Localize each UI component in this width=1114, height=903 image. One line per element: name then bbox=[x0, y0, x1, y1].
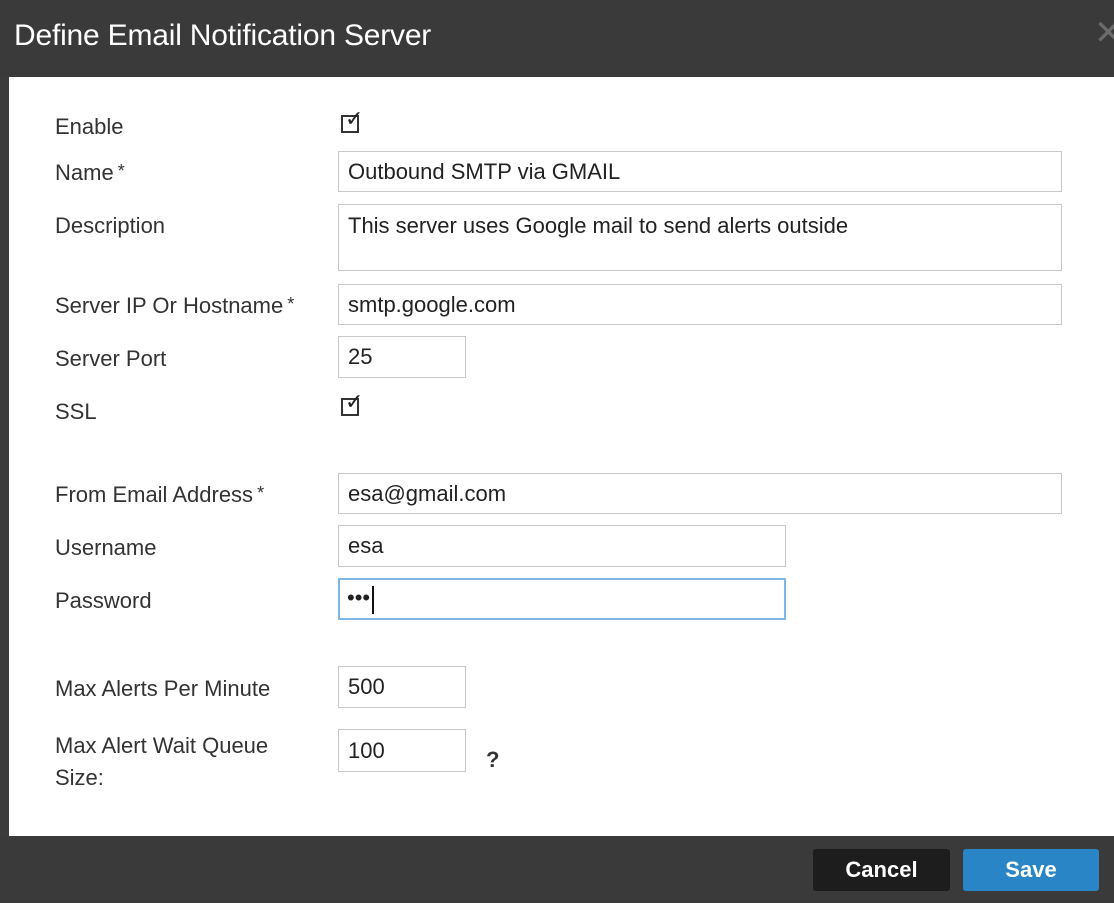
description-label: Description bbox=[55, 213, 166, 238]
checkmark-icon: ✓ bbox=[345, 106, 364, 131]
text-caret bbox=[372, 586, 374, 614]
enable-label: Enable bbox=[55, 114, 124, 139]
required-marker: * bbox=[257, 483, 265, 503]
dialog: Define Email Notification Server ✕ Enabl… bbox=[0, 0, 1114, 903]
from-email-label: From Email Address * bbox=[55, 482, 265, 507]
max-queue-label: Max Alert Wait Queue Size: bbox=[55, 733, 269, 790]
password-label: Password bbox=[55, 588, 152, 613]
description-field[interactable] bbox=[338, 204, 1062, 271]
save-button[interactable]: Save bbox=[963, 849, 1099, 891]
server-port-field[interactable] bbox=[338, 336, 466, 378]
name-field[interactable] bbox=[338, 151, 1062, 192]
dialog-title-bar: Define Email Notification Server ✕ bbox=[0, 0, 1114, 77]
password-field[interactable]: ••• bbox=[338, 578, 786, 620]
server-hostname-field[interactable] bbox=[338, 284, 1062, 325]
name-label: Name * bbox=[55, 160, 125, 185]
help-icon[interactable]: ? bbox=[486, 747, 499, 773]
from-email-field[interactable] bbox=[338, 473, 1062, 514]
username-field[interactable] bbox=[338, 525, 786, 567]
max-alerts-label: Max Alerts Per Minute bbox=[55, 676, 271, 701]
max-alerts-field[interactable] bbox=[338, 666, 466, 708]
server-port-label: Server Port bbox=[55, 346, 167, 371]
required-marker: * bbox=[287, 294, 295, 314]
ssl-label: SSL bbox=[55, 399, 97, 424]
close-icon[interactable]: ✕ bbox=[1094, 14, 1114, 52]
dialog-title: Define Email Notification Server bbox=[14, 19, 432, 52]
server-label: Server IP Or Hostname * bbox=[55, 293, 295, 318]
max-queue-field[interactable] bbox=[338, 729, 466, 772]
required-marker: * bbox=[117, 161, 125, 181]
ssl-checkbox[interactable]: ✓ bbox=[341, 391, 363, 416]
username-label: Username bbox=[55, 535, 157, 560]
enable-checkbox[interactable]: ✓ bbox=[341, 108, 363, 133]
checkmark-icon: ✓ bbox=[345, 389, 364, 414]
cancel-button[interactable]: Cancel bbox=[813, 849, 950, 891]
